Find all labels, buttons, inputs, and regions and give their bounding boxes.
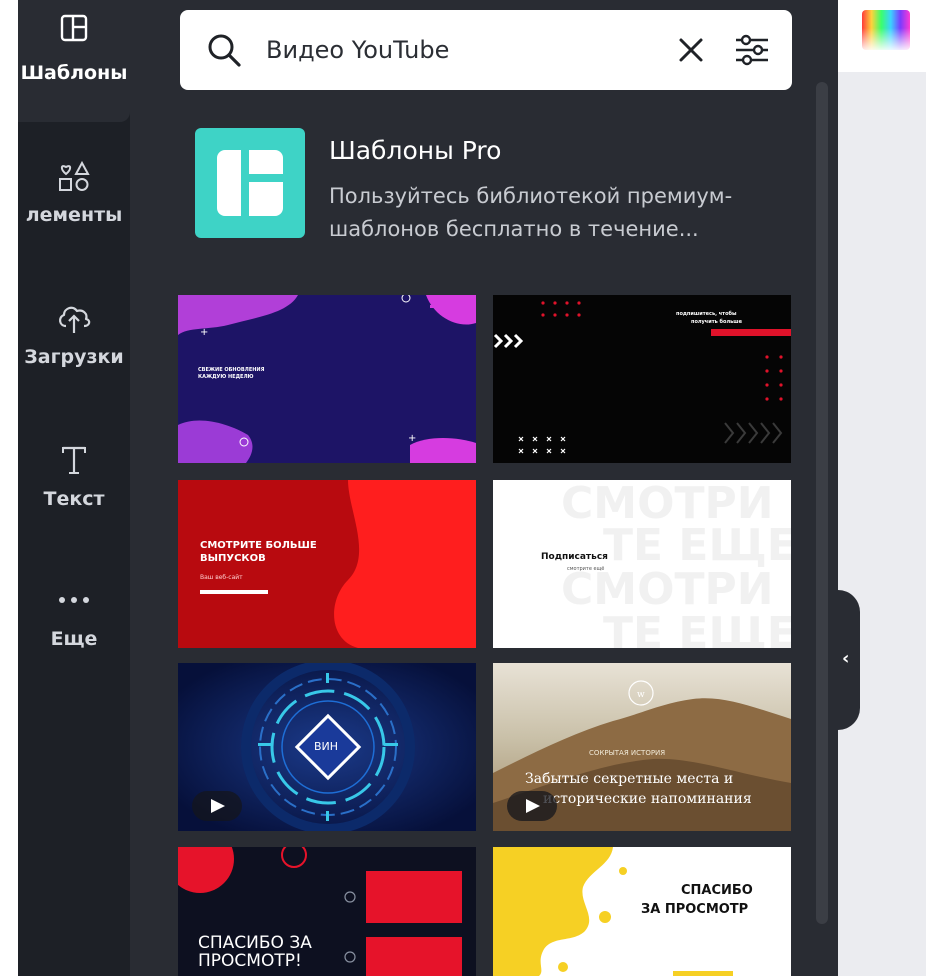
template-4-text-1: Подписаться — [541, 552, 608, 562]
template-6-text-3: исторические напоминания — [543, 791, 752, 807]
search-icon[interactable] — [206, 32, 242, 72]
template-3-text-3: Ваш веб-сайт — [200, 574, 243, 581]
rail-label-more: Еще — [50, 628, 98, 650]
template-card-5[interactable]: ВИН — [178, 663, 476, 831]
template-8-text-2: ЗА ПРОСМОТР — [641, 902, 749, 917]
rail-item-uploads[interactable]: Загрузки — [18, 298, 130, 418]
search-input[interactable] — [266, 30, 666, 70]
collapse-panel-handle[interactable]: ‹ — [838, 590, 860, 730]
template-2-text-1: подпишитесь, чтобы — [676, 311, 737, 317]
templates-panel: Шаблоны Pro Пользуйтесь библиотекой прем… — [130, 0, 838, 976]
editor-window: Шаблоны лементы Загрузки Текст Еще Видео… — [0, 0, 926, 976]
template-card-8[interactable]: СПАСИБО ЗА ПРОСМОТР — [493, 847, 791, 976]
play-icon — [526, 799, 540, 813]
template-4-text-4-repeat: ТЕ ЕЩЕ — [603, 608, 791, 648]
rail-item-templates[interactable]: Шаблоны — [18, 8, 130, 128]
template-card-6[interactable]: w СОКРЫТАЯ ИСТОРИЯ Забытые секретные мес… — [493, 663, 791, 831]
rail-label-templates: Шаблоны — [20, 62, 128, 84]
templates-icon — [18, 8, 130, 48]
template-7-text-1: СПАСИБО ЗА — [198, 933, 312, 953]
more-dots-icon — [18, 580, 130, 620]
template-card-7[interactable]: СПАСИБО ЗА ПРОСМОТР! — [178, 847, 476, 976]
rail-item-more[interactable]: Еще — [18, 580, 130, 700]
template-8-text-1: СПАСИБО — [681, 883, 753, 898]
svg-text:+: + — [200, 327, 208, 338]
svg-text:+: + — [408, 433, 416, 444]
template-card-1[interactable]: + + СВЕЖИЕ ОБНОВЛЕНИЯ КАЖДУЮ НЕДЕЛЮ — [178, 295, 476, 463]
design-canvas-area[interactable] — [838, 72, 926, 976]
elements-icon — [18, 156, 130, 196]
rail-item-elements[interactable]: лементы — [18, 156, 130, 276]
video-play-badge-6 — [507, 791, 557, 821]
template-7-text-2: ПРОСМОТР! — [198, 951, 302, 971]
template-card-4[interactable]: СМОТРИ ТЕ ЕЩЕ СМОТРИ ТЕ ЕЩЕ Подписаться … — [493, 480, 791, 648]
template-5-text-1: ВИН — [314, 740, 339, 753]
text-icon — [18, 440, 130, 480]
template-2-text-2: получить больше — [691, 319, 742, 325]
filter-sliders-icon[interactable] — [734, 34, 770, 70]
promo-title[interactable]: Шаблоны Pro — [329, 136, 501, 165]
rail-item-text[interactable]: Текст — [18, 440, 130, 560]
promo-description: Пользуйтесь библиотекой премиум-шаблонов… — [329, 184, 733, 241]
template-1-text-2: КАЖДУЮ НЕДЕЛЮ — [198, 374, 254, 380]
template-card-3[interactable]: СМОТРИТЕ БОЛЬШЕ ВЫПУСКОВ Ваш веб-сайт — [178, 480, 476, 648]
rail-label-text: Текст — [43, 488, 105, 510]
upload-cloud-icon — [18, 298, 130, 338]
template-thumbnail-2 — [493, 295, 791, 463]
close-icon[interactable] — [677, 36, 705, 68]
svg-text:w: w — [637, 690, 645, 700]
template-3-text-1: СМОТРИТЕ БОЛЬШЕ — [200, 540, 317, 551]
template-card-2[interactable]: подпишитесь, чтобы получить больше — [493, 295, 791, 463]
template-6-text-1: СОКРЫТАЯ ИСТОРИЯ — [589, 749, 666, 757]
video-play-badge-5 — [192, 791, 242, 821]
template-1-text-1: СВЕЖИЕ ОБНОВЛЕНИЯ — [198, 367, 265, 373]
rail-label-elements: лементы — [25, 204, 123, 226]
template-thumbnail-3 — [178, 480, 476, 648]
rail-label-uploads: Загрузки — [24, 346, 124, 368]
template-6-text-2: Забытые секретные места и — [525, 771, 734, 787]
pro-templates-logo[interactable] — [195, 128, 305, 238]
search-bar — [180, 10, 792, 90]
color-picker-icon[interactable] — [862, 10, 910, 50]
left-rail: Шаблоны лементы Загрузки Текст Еще — [18, 0, 130, 976]
panel-scrollbar[interactable] — [816, 82, 828, 924]
template-3-text-2: ВЫПУСКОВ — [200, 553, 266, 564]
chevron-left-icon: ‹ — [842, 648, 850, 669]
template-4-text-2: смотрите ещё — [567, 566, 605, 572]
play-icon — [211, 799, 225, 813]
